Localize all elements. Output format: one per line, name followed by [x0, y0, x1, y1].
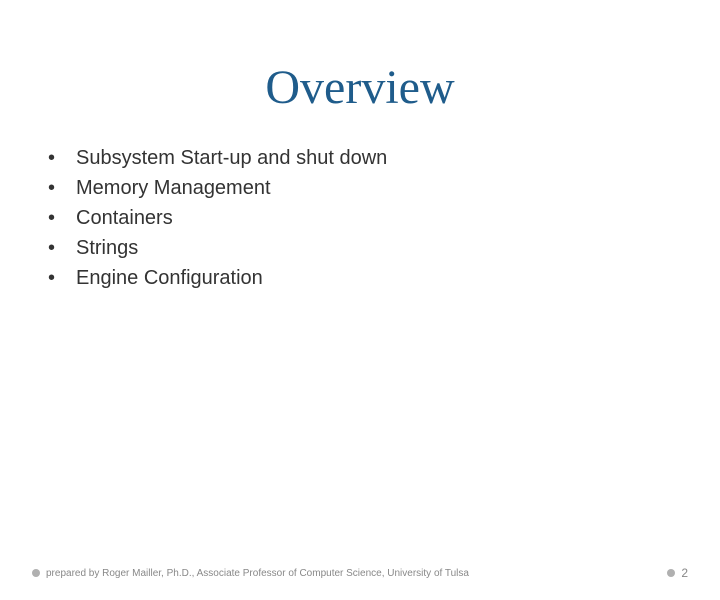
list-item: Engine Configuration: [48, 263, 720, 293]
footer-page-wrap: 2: [667, 566, 688, 580]
list-item: Memory Management: [48, 173, 720, 203]
list-item: Subsystem Start-up and shut down: [48, 143, 720, 173]
footer-credit: prepared by Roger Mailler, Ph.D., Associ…: [46, 568, 469, 579]
bullet-list: Subsystem Start-up and shut down Memory …: [48, 143, 720, 293]
page-number: 2: [681, 566, 688, 580]
footer: prepared by Roger Mailler, Ph.D., Associ…: [0, 566, 720, 580]
list-item: Containers: [48, 203, 720, 233]
bullet-icon: [667, 569, 675, 577]
footer-credit-wrap: prepared by Roger Mailler, Ph.D., Associ…: [32, 568, 469, 579]
bullet-icon: [32, 569, 40, 577]
slide-title: Overview: [0, 60, 720, 115]
list-item: Strings: [48, 233, 720, 263]
